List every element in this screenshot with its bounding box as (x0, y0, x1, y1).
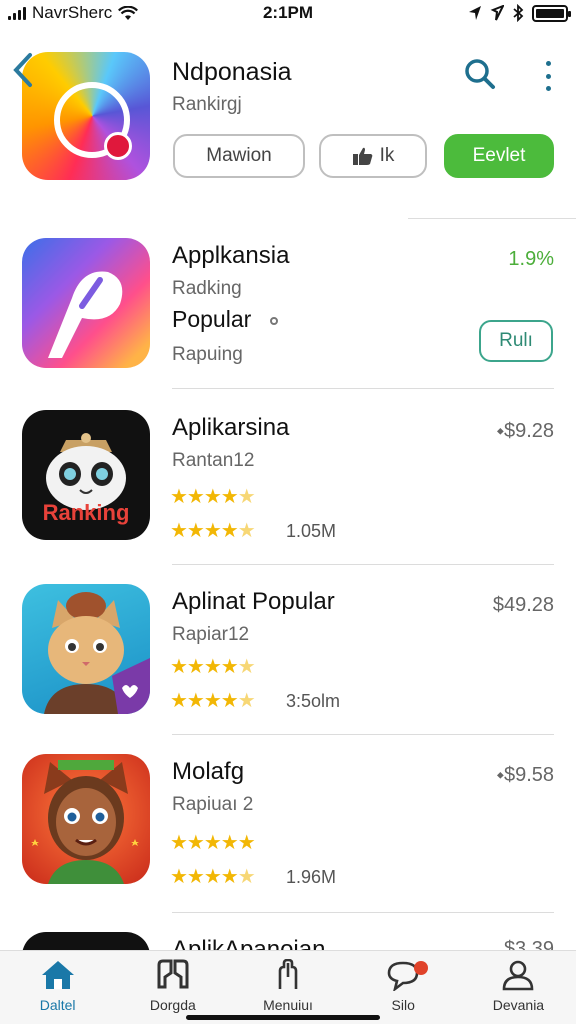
app-name: Molafg (172, 758, 245, 785)
status-bar: NavrSherc 2:1PM (0, 0, 576, 26)
app-subtitle: Rapiuaı 2 (172, 794, 254, 815)
app-rating-percent: 1.9% (508, 248, 554, 270)
more-options-icon[interactable] (538, 58, 558, 94)
page-title: Ndponasia (172, 58, 292, 86)
status-left: NavrSherc (8, 3, 139, 23)
status-right (468, 4, 571, 22)
app-icon (22, 932, 150, 950)
tab-label: Dorgda (149, 997, 196, 1013)
carrier-label: NavrSherc (32, 3, 113, 22)
app-name: Aplinat Popular (172, 588, 335, 615)
app-name: Aplikarsina (172, 414, 290, 441)
divider (172, 564, 554, 565)
app-category: Popular (172, 306, 278, 333)
icon-text: Ranking (42, 500, 130, 525)
bluetooth-icon (513, 4, 524, 22)
app-header: Ndponasia Rankirgj Mawion Ik Eevlet (0, 48, 576, 208)
run-button[interactable]: Rulı (479, 320, 553, 362)
featured-app-icon[interactable] (22, 52, 150, 180)
header-button-1[interactable]: Mawion (173, 134, 305, 178)
thumbs-up-icon (352, 147, 372, 165)
tab-label: Daltel (39, 997, 76, 1013)
divider (172, 388, 554, 389)
tab-label: Menuiuı (263, 997, 313, 1013)
navigation-icon (490, 5, 504, 21)
rating-stars: ★★★★★ (170, 690, 256, 712)
tab-chat[interactable]: Silo (346, 951, 461, 1024)
app-note: Rapuing (172, 344, 243, 365)
chevron-left-icon (13, 53, 32, 87)
download-count: 3:5olm (286, 691, 341, 711)
search-icon (465, 59, 495, 89)
get-button[interactable]: Eevlet (444, 134, 554, 178)
divider (172, 734, 554, 735)
app-icon (22, 754, 150, 884)
app-icon (22, 238, 150, 368)
like-button-label: Ik (379, 145, 395, 166)
download-count: 1.05M (286, 521, 337, 541)
app-subtitle: Rapiar12 (172, 624, 250, 645)
location-icon (469, 6, 481, 20)
app-subtitle: Rantan12 (172, 450, 255, 471)
app-price: $49.28 (492, 594, 554, 616)
bottom-tab-bar: Daltel Dorgda Menuiuı Silo Devania (0, 950, 576, 1024)
letter-p-icon (48, 271, 123, 358)
status-time: 2:1PM (262, 3, 314, 22)
tab-label: Silo (391, 997, 415, 1013)
app-icon: Ranking (22, 410, 150, 540)
list-item[interactable]: AplikApanoian $3.39 (0, 930, 576, 950)
app-icon (22, 584, 150, 714)
wifi-icon (118, 5, 139, 20)
tab-menu[interactable]: Menuiuı (230, 951, 345, 1024)
download-count: 1.96M (286, 867, 337, 887)
profile-icon (503, 960, 534, 991)
battery-icon (532, 4, 571, 22)
like-button[interactable]: Ik (319, 134, 427, 178)
signal-icon (8, 6, 26, 20)
app-subtitle: Radking (172, 278, 242, 299)
divider (172, 912, 554, 913)
apps-icon (157, 959, 189, 989)
page-subtitle: Rankirgj (172, 94, 242, 115)
character-icon (31, 760, 139, 884)
tab-profile[interactable]: Devania (461, 951, 576, 1024)
app-price: ⬩$9.58 (496, 764, 554, 786)
app-category-label: Popular (172, 306, 252, 332)
app-name: AplikApanoian (172, 936, 326, 950)
app-price: $3.39 (503, 938, 554, 950)
tab-home[interactable]: Daltel (0, 951, 115, 1024)
dot-icon (269, 316, 278, 325)
back-button[interactable] (12, 52, 34, 94)
home-indicator[interactable] (186, 1015, 380, 1020)
rating-stars: ★★★★★ (170, 866, 256, 888)
divider (408, 218, 576, 219)
rating-stars: ★★★★★ (170, 486, 256, 508)
notification-badge (413, 961, 428, 975)
home-icon (41, 961, 74, 989)
tab-apps[interactable]: Dorgda (115, 951, 230, 1024)
hand-icon (278, 959, 298, 989)
rating-stars: ★★★★★ (170, 520, 256, 542)
tab-label: Devania (492, 997, 545, 1013)
app-price: ⬩$9.28 (496, 420, 554, 442)
app-name: Applkansia (172, 242, 290, 269)
rating-stars: ★★★★★ (170, 832, 256, 854)
rating-stars: ★★★★★ (170, 656, 256, 678)
cat-character-icon (44, 592, 150, 714)
search-button[interactable] (460, 54, 500, 94)
